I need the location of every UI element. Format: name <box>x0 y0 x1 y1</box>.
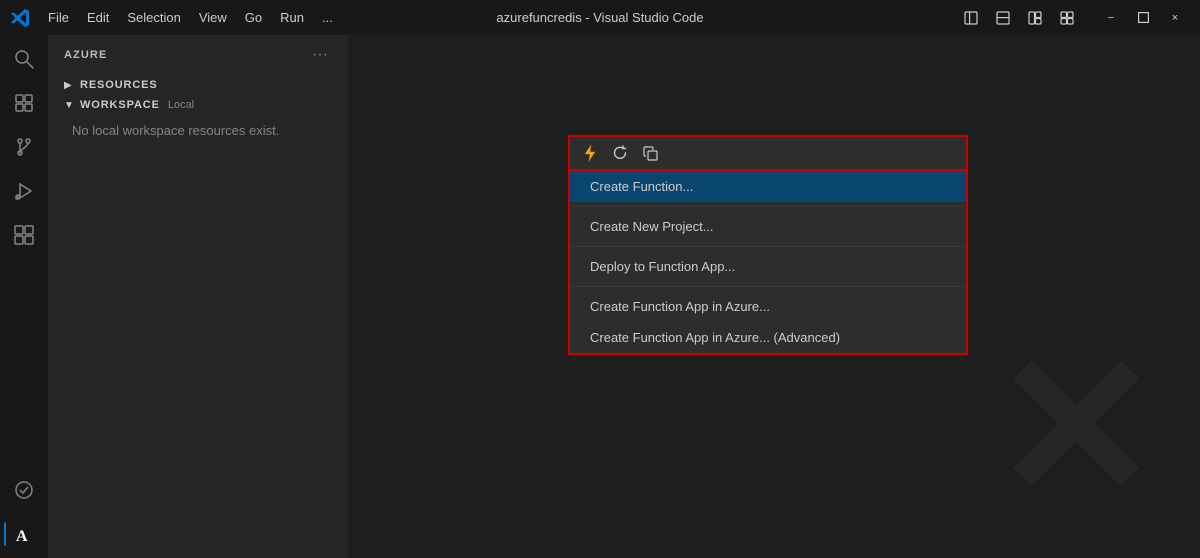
workspace-section-label: WORKSPACE <box>80 99 160 111</box>
toolbar-row <box>568 135 968 171</box>
activity-extensions[interactable] <box>4 215 44 255</box>
menu-file[interactable]: File <box>40 6 77 29</box>
activity-search[interactable] <box>4 39 44 79</box>
menu-go[interactable]: Go <box>237 6 270 29</box>
svg-text:A: A <box>16 528 28 545</box>
menu-view[interactable]: View <box>191 6 235 29</box>
dropdown-container: Create Function... Create New Project...… <box>568 135 968 355</box>
activity-check[interactable] <box>4 470 44 510</box>
sidebar: AZURE ··· ▶ RESOURCES ▼ WORKSPACE Local … <box>48 35 348 558</box>
minimize-button[interactable]: − <box>1096 7 1126 29</box>
sidebar-title: AZURE <box>64 49 107 61</box>
window-title: azurefuncredis - Visual Studio Code <box>496 10 703 25</box>
activity-run-debug[interactable] <box>4 171 44 211</box>
workspace-chevron-icon: ▼ <box>64 100 76 111</box>
dropdown-item-create-project[interactable]: Create New Project... <box>570 211 966 242</box>
copy-icon-button[interactable] <box>638 141 662 165</box>
workspace-sublabel: Local <box>168 99 194 111</box>
sidebar-more-actions[interactable]: ··· <box>308 43 332 67</box>
dropdown-menu: Create Function... Create New Project...… <box>568 171 968 355</box>
close-button[interactable]: × <box>1160 7 1190 29</box>
menu-edit[interactable]: Edit <box>79 6 117 29</box>
layout-toggle-3[interactable] <box>1020 7 1050 29</box>
layout-toggle-2[interactable] <box>988 7 1018 29</box>
refresh-icon-button[interactable] <box>608 141 632 165</box>
resources-section-header[interactable]: ▶ RESOURCES <box>56 75 340 95</box>
vscode-logo-icon <box>10 8 30 28</box>
dropdown-separator-2 <box>570 246 966 247</box>
sidebar-header: AZURE ··· <box>48 35 348 75</box>
menu-bar: File Edit Selection View Go Run ... <box>40 6 341 29</box>
dropdown-item-deploy[interactable]: Deploy to Function App... <box>570 251 966 282</box>
workspace-section-header[interactable]: ▼ WORKSPACE Local <box>56 95 340 115</box>
dropdown-item-create-app-azure-advanced[interactable]: Create Function App in Azure... (Advance… <box>570 322 966 353</box>
main-layout: A AZURE ··· ▶ RESOURCES ▼ WORKSPACE Loca… <box>0 35 1200 558</box>
activity-explorer[interactable] <box>4 83 44 123</box>
dropdown-separator-1 <box>570 206 966 207</box>
titlebar: File Edit Selection View Go Run ... azur… <box>0 0 1200 35</box>
layout-toggle-4[interactable] <box>1052 7 1082 29</box>
main-content: ✕ <box>348 35 1200 558</box>
workspace-section: ▼ WORKSPACE Local No local workspace res… <box>48 95 348 146</box>
create-function-icon-button[interactable] <box>578 141 602 165</box>
menu-selection[interactable]: Selection <box>119 6 188 29</box>
sidebar-actions: ··· <box>308 43 332 67</box>
azure-watermark: ✕ <box>992 328 1160 528</box>
workspace-empty-message: No local workspace resources exist. <box>56 115 340 146</box>
layout-toggle-1[interactable] <box>956 7 986 29</box>
resources-section-label: RESOURCES <box>80 79 158 91</box>
menu-more[interactable]: ... <box>314 6 341 29</box>
restore-button[interactable] <box>1128 7 1158 29</box>
resources-chevron-icon: ▶ <box>64 80 76 91</box>
resources-section: ▶ RESOURCES <box>48 75 348 95</box>
menu-run[interactable]: Run <box>272 6 312 29</box>
activity-azure[interactable]: A <box>4 514 44 554</box>
activity-source-control[interactable] <box>4 127 44 167</box>
dropdown-item-create-app-azure[interactable]: Create Function App in Azure... <box>570 291 966 322</box>
dropdown-item-create-function[interactable]: Create Function... <box>570 171 966 202</box>
dropdown-separator-3 <box>570 286 966 287</box>
activity-bar: A <box>0 35 48 558</box>
window-controls: − × <box>956 7 1190 29</box>
